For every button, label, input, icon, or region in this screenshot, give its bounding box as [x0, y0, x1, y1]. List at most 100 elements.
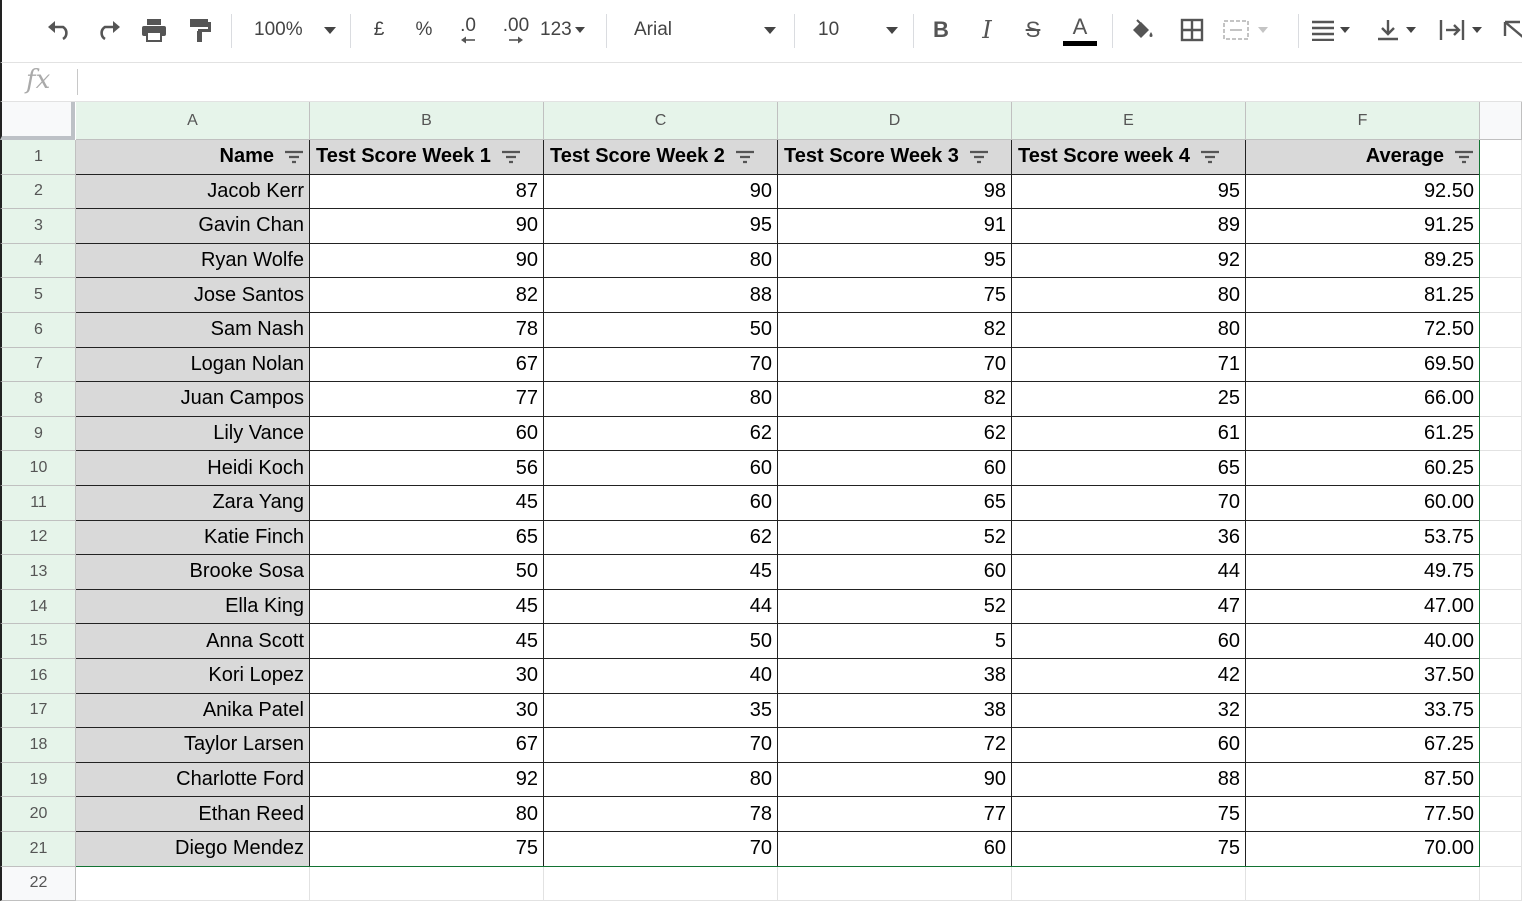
- row-header[interactable]: 11: [0, 486, 76, 521]
- score-cell[interactable]: 87: [310, 174, 544, 210]
- score-cell[interactable]: 87.50: [1246, 762, 1480, 798]
- filter-icon[interactable]: [969, 149, 989, 165]
- empty-cell[interactable]: [1480, 347, 1522, 383]
- score-cell[interactable]: 40.00: [1246, 624, 1480, 659]
- name-cell[interactable]: Anna Scott: [76, 624, 310, 659]
- score-cell[interactable]: 92: [1012, 243, 1246, 279]
- score-cell[interactable]: 67: [310, 347, 544, 383]
- row-header[interactable]: 14: [0, 589, 76, 625]
- column-header-a[interactable]: A: [76, 102, 310, 140]
- row-header[interactable]: 7: [0, 347, 76, 383]
- empty-cell[interactable]: [1480, 728, 1522, 763]
- header-cell[interactable]: Average: [1246, 140, 1480, 175]
- score-cell[interactable]: 25: [1012, 382, 1246, 417]
- score-cell[interactable]: 70: [544, 832, 778, 867]
- score-cell[interactable]: 70.00: [1246, 832, 1480, 867]
- score-cell[interactable]: 30: [310, 693, 544, 729]
- score-cell[interactable]: 92: [310, 762, 544, 798]
- header-cell[interactable]: Test Score Week 3: [778, 140, 1012, 175]
- empty-cell[interactable]: [544, 866, 778, 901]
- empty-cell[interactable]: [1480, 659, 1522, 694]
- row-header[interactable]: 1: [0, 140, 76, 175]
- empty-cell[interactable]: [1480, 416, 1522, 452]
- score-cell[interactable]: 89.25: [1246, 243, 1480, 279]
- empty-cell[interactable]: [310, 866, 544, 901]
- empty-cell[interactable]: [1480, 140, 1522, 175]
- name-cell[interactable]: Ryan Wolfe: [76, 243, 310, 279]
- empty-cell[interactable]: [1480, 693, 1522, 729]
- score-cell[interactable]: 45: [310, 589, 544, 625]
- name-cell[interactable]: Katie Finch: [76, 520, 310, 556]
- score-cell[interactable]: 65: [778, 486, 1012, 521]
- row-header[interactable]: 19: [0, 762, 76, 798]
- score-cell[interactable]: 60: [1012, 624, 1246, 659]
- text-rotation-icon[interactable]: [1502, 12, 1522, 48]
- score-cell[interactable]: 82: [310, 278, 544, 313]
- score-cell[interactable]: 50: [544, 624, 778, 659]
- empty-cell[interactable]: [1480, 313, 1522, 348]
- empty-cell[interactable]: [1480, 762, 1522, 798]
- empty-cell[interactable]: [1480, 589, 1522, 625]
- column-header-d[interactable]: D: [778, 102, 1012, 140]
- score-cell[interactable]: 72.50: [1246, 313, 1480, 348]
- score-cell[interactable]: 60: [544, 486, 778, 521]
- row-header[interactable]: 12: [0, 520, 76, 556]
- score-cell[interactable]: 77.50: [1246, 797, 1480, 832]
- row-header[interactable]: 10: [0, 451, 76, 486]
- score-cell[interactable]: 67.25: [1246, 728, 1480, 763]
- name-cell[interactable]: Jose Santos: [76, 278, 310, 313]
- increase-decimal-button[interactable]: .00: [496, 12, 536, 48]
- score-cell[interactable]: 62: [544, 416, 778, 452]
- empty-cell[interactable]: [1012, 866, 1246, 901]
- score-cell[interactable]: 44: [544, 589, 778, 625]
- score-cell[interactable]: 60: [544, 451, 778, 486]
- score-cell[interactable]: 78: [544, 797, 778, 832]
- column-header-c[interactable]: C: [544, 102, 778, 140]
- row-header[interactable]: 8: [0, 382, 76, 417]
- fill-color-icon[interactable]: [1124, 12, 1160, 48]
- score-cell[interactable]: 80: [544, 382, 778, 417]
- score-cell[interactable]: 95: [1012, 174, 1246, 210]
- score-cell[interactable]: 60: [778, 555, 1012, 590]
- row-header[interactable]: 4: [0, 243, 76, 279]
- empty-cell[interactable]: [1480, 624, 1522, 659]
- score-cell[interactable]: 88: [544, 278, 778, 313]
- score-cell[interactable]: 92.50: [1246, 174, 1480, 210]
- score-cell[interactable]: 61.25: [1246, 416, 1480, 452]
- header-cell[interactable]: Test Score week 4: [1012, 140, 1246, 175]
- score-cell[interactable]: 49.75: [1246, 555, 1480, 590]
- score-cell[interactable]: 40: [544, 659, 778, 694]
- score-cell[interactable]: 75: [1012, 797, 1246, 832]
- bold-button[interactable]: B: [924, 12, 958, 48]
- filter-icon[interactable]: [501, 149, 521, 165]
- name-cell[interactable]: Jacob Kerr: [76, 174, 310, 210]
- row-header[interactable]: 9: [0, 416, 76, 452]
- score-cell[interactable]: 35: [544, 693, 778, 729]
- empty-cell[interactable]: [1480, 209, 1522, 244]
- strikethrough-button[interactable]: S: [1016, 12, 1050, 48]
- row-header[interactable]: 6: [0, 313, 76, 348]
- score-cell[interactable]: 75: [778, 278, 1012, 313]
- filter-icon[interactable]: [284, 149, 304, 165]
- undo-icon[interactable]: [42, 12, 78, 48]
- score-cell[interactable]: 33.75: [1246, 693, 1480, 729]
- empty-cell[interactable]: [1480, 520, 1522, 556]
- empty-cell[interactable]: [1480, 866, 1522, 901]
- name-cell[interactable]: Juan Campos: [76, 382, 310, 417]
- score-cell[interactable]: 66.00: [1246, 382, 1480, 417]
- name-cell[interactable]: Lily Vance: [76, 416, 310, 452]
- currency-format-button[interactable]: £: [364, 12, 394, 48]
- score-cell[interactable]: 98: [778, 174, 1012, 210]
- empty-cell[interactable]: [1480, 243, 1522, 279]
- name-cell[interactable]: Sam Nash: [76, 313, 310, 348]
- row-header[interactable]: 16: [0, 659, 76, 694]
- column-header-g[interactable]: [1480, 102, 1522, 140]
- header-cell[interactable]: Name: [76, 140, 310, 175]
- name-cell[interactable]: Diego Mendez: [76, 832, 310, 867]
- score-cell[interactable]: 56: [310, 451, 544, 486]
- score-cell[interactable]: 90: [310, 209, 544, 244]
- select-all-corner[interactable]: [0, 102, 75, 140]
- filter-icon[interactable]: [735, 149, 755, 165]
- score-cell[interactable]: 61: [1012, 416, 1246, 452]
- row-header[interactable]: 3: [0, 209, 76, 244]
